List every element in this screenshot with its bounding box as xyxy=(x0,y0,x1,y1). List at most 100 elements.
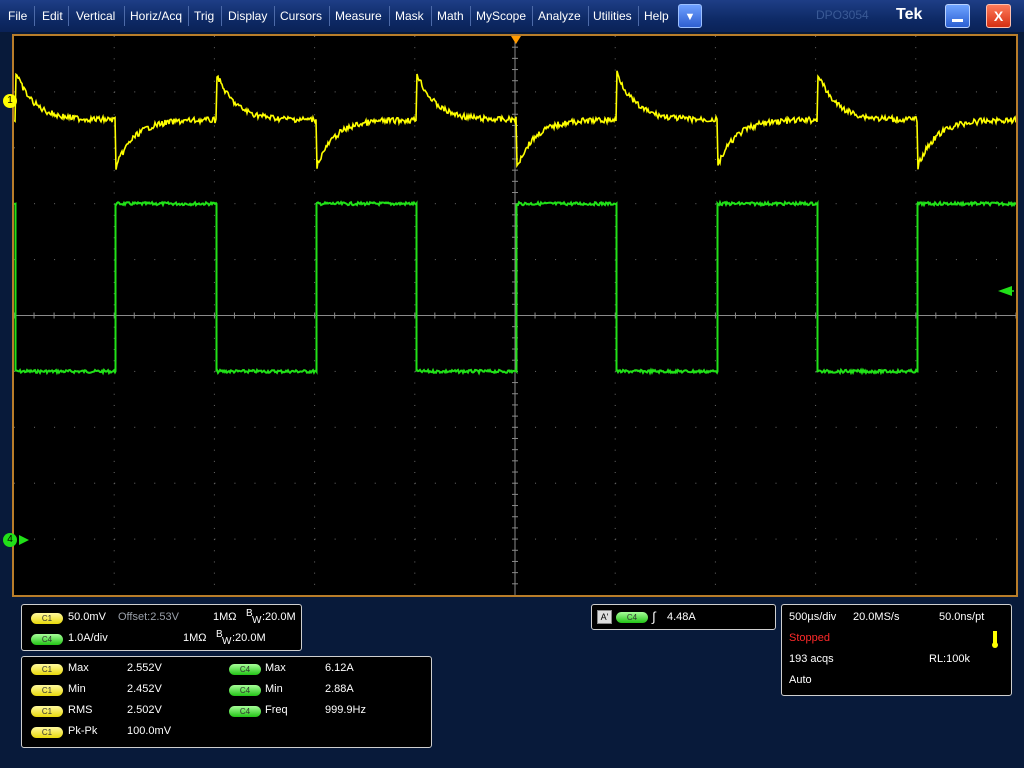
grid-dot xyxy=(975,259,977,261)
grid-dot xyxy=(714,226,716,228)
measurements-panel[interactable]: C1 Max 2.552V C1 Min 2.452V C1 RMS 2.502… xyxy=(21,656,432,748)
menu-edit[interactable]: Edit xyxy=(38,0,67,32)
grid-dot xyxy=(94,426,96,428)
menu-math[interactable]: Math xyxy=(433,0,468,32)
grid-dot xyxy=(735,259,737,261)
acquisition-panel[interactable]: 500µs/div 20.0MS/s 50.0ns/pt Stopped 193… xyxy=(781,604,1012,696)
grid-dot xyxy=(214,482,216,484)
trigger-mode: Auto xyxy=(789,674,812,686)
grid-dot xyxy=(113,69,115,71)
ch4-badge: C4 xyxy=(31,634,63,645)
grid-dot xyxy=(194,147,196,149)
grid-dot xyxy=(795,538,797,540)
menu-trig[interactable]: Trig xyxy=(190,0,218,32)
grid-dot xyxy=(414,304,416,306)
menu-file[interactable]: File xyxy=(4,0,31,32)
channel-settings-panel[interactable]: C1 50.0mV Offset:2.53V 1MΩ B W :20.0M C4… xyxy=(21,604,302,651)
grid-dot xyxy=(154,147,156,149)
ch4-ground-marker[interactable]: 4 xyxy=(3,533,17,547)
grid-dot xyxy=(635,426,637,428)
menu-cursors[interactable]: Cursors xyxy=(276,0,326,32)
grid-dot xyxy=(54,482,56,484)
menu-measure[interactable]: Measure xyxy=(331,0,386,32)
grid-dot xyxy=(614,158,616,160)
grid-dot xyxy=(975,370,977,372)
grid-dot xyxy=(815,248,817,250)
menu-vertical[interactable]: Vertical xyxy=(72,0,119,32)
grid-dot xyxy=(535,259,537,261)
graticule-display[interactable] xyxy=(12,34,1018,597)
ch1-ground-marker[interactable]: 1 xyxy=(3,94,17,108)
grid-dot xyxy=(835,538,837,540)
grid-dot xyxy=(915,494,917,496)
measure-label: Min xyxy=(68,683,86,695)
grid-dot xyxy=(815,270,817,272)
grid-dot xyxy=(795,259,797,261)
close-button[interactable]: X xyxy=(986,4,1011,28)
menu-mask[interactable]: Mask xyxy=(391,0,428,32)
grid-dot xyxy=(314,47,316,49)
grid-dot xyxy=(815,438,817,440)
grid-dot xyxy=(775,370,777,372)
trigger-position-marker[interactable] xyxy=(511,36,521,44)
grid-dot xyxy=(815,326,817,328)
grid-dot xyxy=(394,370,396,372)
grid-dot xyxy=(213,170,215,172)
grid-dot xyxy=(714,304,716,306)
grid-dot xyxy=(113,58,115,60)
grid-dot xyxy=(314,114,316,116)
grid-dot xyxy=(434,538,436,540)
grid-dot xyxy=(434,426,436,428)
grid-dot xyxy=(134,538,136,540)
grid-dot xyxy=(614,561,616,563)
measure-badge: C1 xyxy=(31,685,63,696)
grid-dot xyxy=(714,270,716,272)
grid-dot xyxy=(213,270,215,272)
menu-analyze[interactable]: Analyze xyxy=(534,0,585,32)
grid-dot xyxy=(254,259,256,261)
grid-dot xyxy=(414,158,416,160)
grid-dot xyxy=(314,538,316,540)
grid-dot xyxy=(94,538,96,540)
grid-dot xyxy=(213,360,215,362)
grid-dot xyxy=(113,103,115,105)
grid-dot xyxy=(213,438,215,440)
grid-dot xyxy=(655,91,657,93)
grid-dot xyxy=(454,426,456,428)
grid-dot xyxy=(213,47,215,49)
grid-dot xyxy=(234,203,236,205)
grid-dot xyxy=(394,538,396,540)
grid-dot xyxy=(975,482,977,484)
grid-dot xyxy=(614,516,616,518)
grid-dot xyxy=(113,583,115,585)
menu-utilities[interactable]: Utilities xyxy=(589,0,636,32)
minimize-button[interactable] xyxy=(945,4,970,28)
grid-dot xyxy=(995,370,997,372)
grid-dot xyxy=(494,203,496,205)
trigger-panel[interactable]: A' C4 ∫ 4.48A xyxy=(591,604,776,630)
grid-dot xyxy=(915,550,917,552)
grid-dot xyxy=(915,460,917,462)
grid-dot xyxy=(915,248,917,250)
grid-dot xyxy=(314,181,316,183)
menu-myscope[interactable]: MyScope xyxy=(472,0,530,32)
grid-dot xyxy=(454,91,456,93)
grid-dot xyxy=(755,259,757,261)
grid-dot xyxy=(755,538,757,540)
grid-dot xyxy=(815,561,817,563)
grid-dot xyxy=(213,293,215,295)
grid-dot xyxy=(294,147,296,149)
grid-dot xyxy=(815,125,817,127)
menu-horiz-acq[interactable]: Horiz/Acq xyxy=(126,0,186,32)
grid-dot xyxy=(614,550,616,552)
grid-dot xyxy=(735,370,737,372)
menu-help[interactable]: Help xyxy=(640,0,673,32)
menu-display[interactable]: Display xyxy=(224,0,271,32)
grid-dot xyxy=(875,482,877,484)
grid-dot xyxy=(54,203,56,205)
menu-dropdown-button[interactable]: ▼ xyxy=(678,4,702,28)
measure-badge: C1 xyxy=(31,664,63,675)
grid-dot xyxy=(314,583,316,585)
grid-dot xyxy=(815,572,817,574)
grid-dot xyxy=(815,550,817,552)
